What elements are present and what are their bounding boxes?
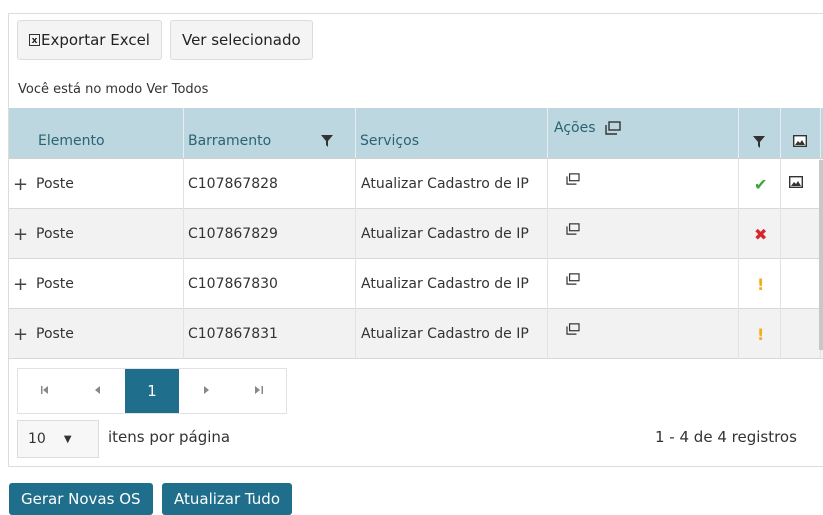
page-size-value: 10 — [28, 431, 46, 447]
image-icon — [792, 134, 808, 151]
windows-icon[interactable] — [566, 173, 580, 189]
view-selected-button[interactable]: Ver selecionado — [169, 20, 313, 60]
cell-elemento: Poste — [36, 159, 184, 209]
header-acoes-label: Ações — [554, 120, 596, 136]
expand-plus-icon[interactable]: + — [9, 159, 36, 209]
cell-image — [781, 259, 821, 309]
grid-header: Elemento Barramento Serviços Ações — [9, 108, 823, 159]
cell-acoes — [548, 159, 739, 209]
cell-barramento: C107867828 — [184, 159, 356, 209]
previous-page-icon — [95, 385, 101, 397]
cell-acoes — [548, 209, 739, 259]
generate-new-os-button[interactable]: Gerar Novas OS — [9, 483, 153, 515]
cell-elemento: Poste — [36, 259, 184, 309]
image-icon[interactable] — [781, 175, 804, 192]
page-size-select[interactable]: 10 ▼ — [17, 420, 99, 458]
header-expand-cell — [9, 108, 36, 158]
check-icon: ✔ — [754, 174, 768, 194]
next-page-icon — [203, 385, 209, 397]
cell-servico: Atualizar Cadastro de IP — [356, 259, 548, 309]
record-range: 1 - 4 de 4 registros — [655, 428, 797, 446]
header-servicos[interactable]: Serviços — [356, 108, 548, 158]
close-icon: ✖ — [754, 224, 768, 244]
header-status-filter[interactable] — [739, 108, 781, 158]
cell-status: ! — [739, 259, 781, 309]
cell-image — [781, 209, 821, 259]
cell-status: ✖ — [739, 209, 781, 259]
status-filter-icon[interactable] — [753, 136, 765, 152]
cell-barramento: C107867831 — [184, 309, 356, 359]
expand-plus-icon[interactable]: + — [9, 209, 36, 259]
cell-image — [781, 159, 821, 209]
cell-acoes — [548, 309, 739, 359]
last-page-icon — [255, 385, 264, 397]
last-page-button[interactable] — [232, 369, 286, 413]
export-excel-button[interactable]: x Exportar Excel — [17, 20, 162, 60]
excel-icon: x — [29, 34, 40, 46]
next-page-button[interactable] — [179, 369, 233, 413]
windows-icon[interactable] — [605, 121, 621, 139]
cell-servico: Atualizar Cadastro de IP — [356, 309, 548, 359]
first-page-button[interactable] — [18, 369, 72, 413]
cell-elemento: Poste — [36, 209, 184, 259]
warning-icon: ! — [757, 274, 765, 294]
header-elemento[interactable]: Elemento — [36, 108, 184, 158]
warning-icon: ! — [757, 324, 765, 344]
toolbar: x Exportar Excel Ver selecionado — [17, 20, 313, 60]
filter-icon[interactable] — [321, 135, 333, 151]
cell-elemento: Poste — [36, 309, 184, 359]
cell-barramento: C107867830 — [184, 259, 356, 309]
update-all-button[interactable]: Atualizar Tudo — [162, 483, 293, 515]
cell-acoes — [548, 259, 739, 309]
windows-icon[interactable] — [566, 273, 580, 289]
expand-plus-icon[interactable]: + — [9, 259, 36, 309]
previous-page-button[interactable] — [72, 369, 126, 413]
export-excel-label: Exportar Excel — [41, 31, 150, 49]
table-row[interactable]: + Poste C107867831 Atualizar Cadastro de… — [9, 309, 823, 359]
mode-text: Você está no modo Ver Todos — [18, 82, 209, 97]
cell-status: ✔ — [739, 159, 781, 209]
table-row[interactable]: + Poste C107867829 Atualizar Cadastro de… — [9, 209, 823, 259]
per-page-label: itens por página — [108, 428, 231, 446]
cell-servico: Atualizar Cadastro de IP — [356, 159, 548, 209]
table-row[interactable]: + Poste C107867828 Atualizar Cadastro de… — [9, 159, 823, 209]
windows-icon[interactable] — [566, 323, 580, 339]
cell-image — [781, 309, 821, 359]
header-elemento-label: Elemento — [38, 133, 105, 149]
cell-status: ! — [739, 309, 781, 359]
first-page-icon — [40, 385, 49, 397]
cell-barramento: C107867829 — [184, 209, 356, 259]
windows-icon[interactable] — [566, 223, 580, 239]
table-row[interactable]: + Poste C107867830 Atualizar Cadastro de… — [9, 259, 823, 309]
header-servicos-label: Serviços — [360, 133, 419, 149]
header-barramento[interactable]: Barramento — [184, 108, 356, 158]
header-image[interactable] — [781, 108, 821, 158]
header-acoes[interactable]: Ações — [548, 108, 739, 158]
current-page-label: 1 — [147, 382, 157, 400]
pager: 1 — [17, 368, 287, 414]
expand-plus-icon[interactable]: + — [9, 309, 36, 359]
cell-servico: Atualizar Cadastro de IP — [356, 209, 548, 259]
header-barramento-label: Barramento — [188, 133, 272, 149]
page-1-button[interactable]: 1 — [125, 369, 179, 413]
view-selected-label: Ver selecionado — [181, 31, 301, 49]
chevron-down-icon: ▼ — [63, 433, 72, 445]
data-grid: Elemento Barramento Serviços Ações + Pos… — [9, 108, 823, 359]
grid-scrollbar[interactable] — [819, 160, 823, 350]
